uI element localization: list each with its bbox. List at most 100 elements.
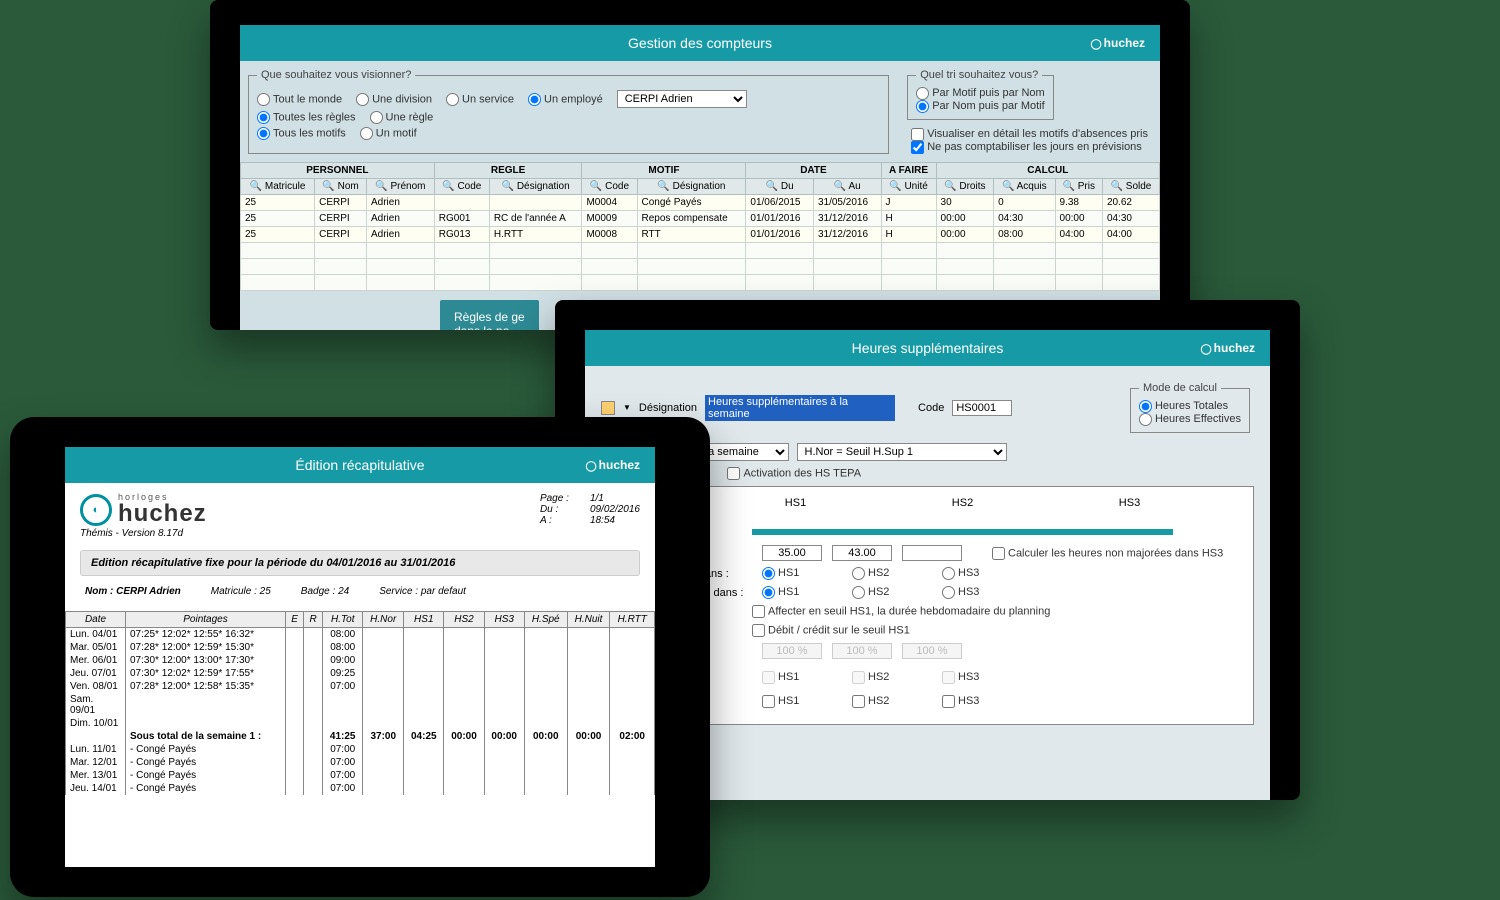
filter-scope-fieldset: Que souhaitez vous visionner? Tout le mo… xyxy=(248,69,889,154)
table-row[interactable] xyxy=(241,259,1160,275)
col-group: DATE xyxy=(746,163,881,179)
chk-non-maj[interactable]: Calculer les heures non majorées dans HS… xyxy=(992,547,1223,560)
window-title: Heures supplémentaires xyxy=(852,340,1004,356)
table-row: Lun. 11/01- Congé Payés07:00 xyxy=(66,743,655,756)
radio-dim-hs3[interactable]: HS3 xyxy=(942,586,979,598)
col-group: PERSONNEL xyxy=(241,163,435,179)
col-header: H.Nuit xyxy=(567,612,610,628)
col-header: Pointages xyxy=(126,612,286,628)
sort-fieldset: Quel tri souhaitez vous? Par Motif puis … xyxy=(907,69,1053,120)
color-swatch[interactable] xyxy=(601,401,615,415)
col-header[interactable]: 🔍 Code xyxy=(582,179,637,195)
table-row: Mar. 12/01- Congé Payés07:00 xyxy=(66,756,655,769)
mode-legend: Mode de calcul xyxy=(1139,382,1221,394)
employee-select[interactable]: CERPI Adrien xyxy=(617,90,747,108)
table-row[interactable] xyxy=(241,275,1160,291)
radio-dim-hs1[interactable]: HS1 xyxy=(762,586,799,598)
seuil-hs3[interactable] xyxy=(902,545,962,561)
radio-mode-total[interactable]: Heures Totales xyxy=(1139,400,1228,412)
col-header: H.Tot xyxy=(323,612,363,628)
radio-division[interactable]: Une division xyxy=(356,93,432,106)
table-row: Jeu. 14/01- Congé Payés07:00 xyxy=(66,782,655,795)
col-header[interactable]: 🔍 Solde xyxy=(1102,179,1159,195)
col-header: H.Spé xyxy=(524,612,567,628)
col-header[interactable]: 🔍 Droits xyxy=(936,179,994,195)
seuil-hs2[interactable] xyxy=(832,545,892,561)
logo-title: huchez xyxy=(118,502,207,526)
hs-col: HS3 xyxy=(1119,497,1140,509)
radio-one-rule[interactable]: Une règle xyxy=(370,111,434,124)
counters-grid[interactable]: PERSONNEL REGLE MOTIF DATE A FAIRE CALCU… xyxy=(240,162,1160,291)
col-header: H.RTT xyxy=(610,612,655,628)
table-row[interactable]: 25CERPIAdrienRG001RC de l'année AM0009Re… xyxy=(241,211,1160,227)
brand-logo: huchez xyxy=(1200,341,1255,355)
col-header[interactable]: 🔍 Acquis xyxy=(994,179,1055,195)
chk-annu-hs2: HS2 xyxy=(852,671,889,683)
titlebar: Gestion des compteurs huchez xyxy=(240,25,1160,61)
radio-one-motif[interactable]: Un motif xyxy=(360,127,417,140)
table-row: Mar. 05/0107:28* 12:00* 12:59* 15:30*08:… xyxy=(66,641,655,654)
radio-sam-hs2[interactable]: HS2 xyxy=(852,567,889,579)
col-header[interactable]: 🔍 Code xyxy=(434,179,489,195)
designation-input[interactable]: Heures supplémentaires à la semaine xyxy=(705,395,895,421)
col-header[interactable]: 🔍 Nom xyxy=(315,179,367,195)
radio-sort-motif[interactable]: Par Motif puis par Nom xyxy=(916,87,1044,99)
mode-fieldset: Mode de calcul Heures Totales Heures Eff… xyxy=(1130,382,1250,433)
chk-annu-hs1: HS1 xyxy=(762,671,799,683)
chk-tepa[interactable]: Activation des HS TEPA xyxy=(727,467,861,480)
tooltip: Règles de ge dans le pa xyxy=(440,300,539,330)
logo: ◐ horloges huchez xyxy=(80,493,207,526)
radio-all-motifs[interactable]: Tous les motifs xyxy=(257,127,346,140)
col-header[interactable]: 🔍 Désignation xyxy=(489,179,582,195)
chk-previsions[interactable]: Ne pas comptabiliser les jours en prévis… xyxy=(911,141,1142,153)
col-header[interactable]: 🔍 Unité xyxy=(881,179,936,195)
col-header: Date xyxy=(66,612,126,628)
col-header: R xyxy=(304,612,323,628)
window-title: Édition récapitulative xyxy=(295,457,424,473)
brand-logo: huchez xyxy=(1090,36,1145,50)
chk-les-hs1[interactable]: HS1 xyxy=(762,695,799,707)
window-title: Gestion des compteurs xyxy=(628,35,772,51)
chk-les-hs2[interactable]: HS2 xyxy=(852,695,889,707)
code-label: Code xyxy=(918,402,944,414)
col-header[interactable]: 🔍 Prénom xyxy=(366,179,434,195)
screen: Gestion des compteurs huchez Que souhait… xyxy=(240,25,1160,330)
report-table: DatePointagesERH.TotH.NorHS1HS2HS3H.SpéH… xyxy=(65,611,655,795)
radio-employee[interactable]: Un employé xyxy=(528,93,603,106)
radio-all-rules[interactable]: Toutes les règles xyxy=(257,111,356,124)
chk-detail[interactable]: Visualiser en détail les motifs d'absenc… xyxy=(911,128,1148,140)
col-header: E xyxy=(286,612,304,628)
col-header[interactable]: 🔍 Matricule xyxy=(241,179,315,195)
radio-all[interactable]: Tout le monde xyxy=(257,93,342,106)
table-row: Ven. 08/0107:28* 12:00* 12:58* 15:35*07:… xyxy=(66,680,655,693)
table-row[interactable]: 25CERPIAdrienRG013H.RTTM0008RTT01/01/201… xyxy=(241,227,1160,243)
ventilation-formula[interactable]: H.Nor = Seuil H.Sup 1 xyxy=(797,443,1007,461)
table-row[interactable] xyxy=(241,243,1160,259)
code-input[interactable] xyxy=(952,400,1012,416)
table-row[interactable]: 25CERPIAdrienM0004Congé Payés01/06/20153… xyxy=(241,195,1160,211)
chk-debit[interactable]: Débit / crédit sur le seuil HS1 xyxy=(752,624,910,637)
radio-sam-hs3[interactable]: HS3 xyxy=(942,567,979,579)
chk-les-hs3[interactable]: HS3 xyxy=(942,695,979,707)
designation-label: Désignation xyxy=(639,402,697,414)
titlebar: Heures supplémentaires huchez xyxy=(585,330,1270,366)
brand-logo: huchez xyxy=(585,458,640,472)
chk-annu-hs3: HS3 xyxy=(942,671,979,683)
col-group: REGLE xyxy=(434,163,582,179)
col-header[interactable]: 🔍 Du xyxy=(746,179,814,195)
col-group: MOTIF xyxy=(582,163,746,179)
col-header[interactable]: 🔍 Au xyxy=(813,179,881,195)
chk-affect[interactable]: Affecter en seuil HS1, la durée hebdomad… xyxy=(752,605,1050,618)
radio-sort-nom[interactable]: Par Nom puis par Motif xyxy=(916,100,1044,112)
col-header[interactable]: 🔍 Désignation xyxy=(637,179,746,195)
tablet-device: Édition récapitulative huchez ◐ horloges… xyxy=(10,417,710,897)
radio-service[interactable]: Un service xyxy=(446,93,514,106)
col-header[interactable]: 🔍 Pris xyxy=(1055,179,1102,195)
radio-mode-eff[interactable]: Heures Effectives xyxy=(1139,413,1241,425)
seuils-track xyxy=(752,529,1173,535)
report-title: Edition récapitulative fixe pour la péri… xyxy=(80,550,640,576)
radio-dim-hs2[interactable]: HS2 xyxy=(852,586,889,598)
radio-sam-hs1[interactable]: HS1 xyxy=(762,567,799,579)
seuil-hs1[interactable] xyxy=(762,545,822,561)
filter-legend: Que souhaitez vous visionner? xyxy=(257,69,415,81)
